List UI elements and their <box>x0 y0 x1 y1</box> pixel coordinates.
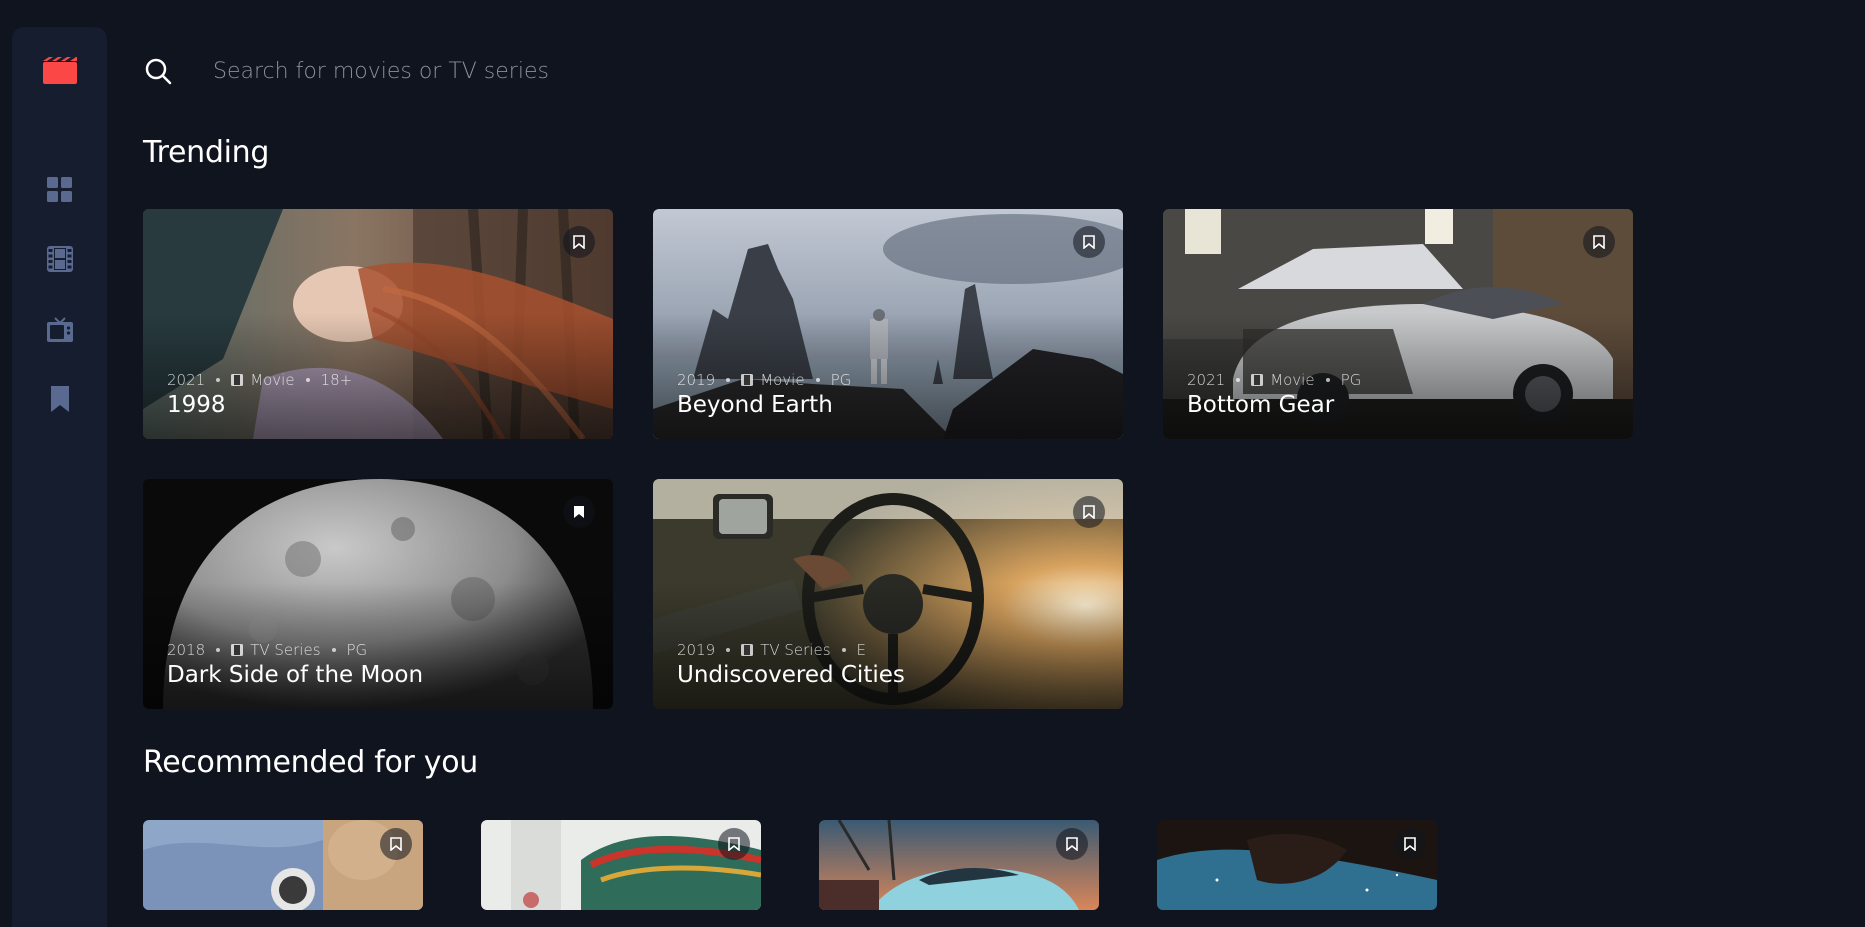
trending-card[interactable]: 2021 Movie PG Bottom Gear <box>1163 209 1633 439</box>
card-rating: E <box>856 641 866 659</box>
card-meta: 2019 Movie PG <box>677 371 851 389</box>
card-category: Movie <box>250 371 295 389</box>
separator-dot <box>1236 378 1241 382</box>
sidebar <box>12 27 107 927</box>
separator-dot <box>216 648 221 652</box>
bookmark-button[interactable] <box>1583 226 1615 258</box>
trending-card[interactable]: 2018 TV Series PG Dark Side of the Moon <box>143 479 613 709</box>
bookmark-button[interactable] <box>1394 828 1426 860</box>
separator-dot <box>216 378 221 382</box>
bookmark-button[interactable] <box>718 828 750 860</box>
card-category: Movie <box>760 371 805 389</box>
bookmark-button[interactable] <box>563 496 595 528</box>
movie-category-icon <box>231 374 244 386</box>
bookmark-filled-icon <box>574 506 584 518</box>
movie-category-icon <box>741 374 754 386</box>
card-thumbnail-night-sky <box>1157 820 1437 910</box>
card-title: 1998 <box>167 392 226 418</box>
trending-card[interactable]: 2019 Movie PG Beyond Earth <box>653 209 1123 439</box>
nav-bookmarks-icon[interactable] <box>47 386 73 412</box>
trending-card[interactable]: 2019 TV Series E Undiscovered Cities <box>653 479 1123 709</box>
card-year: 2018 <box>167 641 206 659</box>
tv-category-icon <box>741 644 754 656</box>
bookmark-empty-icon <box>1404 837 1416 851</box>
logo-icon[interactable] <box>43 57 77 84</box>
card-rating: 18+ <box>320 371 353 389</box>
bookmark-button[interactable] <box>1073 226 1105 258</box>
separator-dot <box>1325 378 1330 382</box>
bookmark-button[interactable] <box>380 828 412 860</box>
card-thumbnail-blood-pressure <box>143 820 423 910</box>
bookmark-empty-icon <box>1083 505 1095 519</box>
card-meta: 2021 Movie PG <box>1187 371 1361 389</box>
separator-dot <box>331 648 336 652</box>
bookmark-empty-icon <box>728 837 740 851</box>
card-category: Movie <box>1270 371 1315 389</box>
bookmark-empty-icon <box>1593 235 1605 249</box>
trending-card[interactable]: 2021 Movie 18+ 1998 <box>143 209 613 439</box>
recommended-card[interactable] <box>819 820 1099 910</box>
movie-category-icon <box>1251 374 1264 386</box>
nav-tv-series-icon[interactable] <box>47 316 73 342</box>
separator-dot <box>726 648 731 652</box>
card-category: TV Series <box>250 641 321 659</box>
card-category: TV Series <box>760 641 831 659</box>
separator-dot <box>726 378 731 382</box>
bookmark-empty-icon <box>1066 837 1078 851</box>
separator-dot <box>841 648 846 652</box>
trending-heading: Trending <box>143 135 270 170</box>
card-year: 2021 <box>1187 371 1226 389</box>
bookmark-empty-icon <box>573 235 585 249</box>
recommended-card[interactable] <box>143 820 423 910</box>
bookmark-button[interactable] <box>1056 828 1088 860</box>
bookmark-button[interactable] <box>1073 496 1105 528</box>
card-year: 2019 <box>677 641 716 659</box>
recommended-card[interactable] <box>481 820 761 910</box>
card-rating: PG <box>830 371 852 389</box>
nav-home-grid-icon[interactable] <box>47 177 73 203</box>
bookmark-button[interactable] <box>563 226 595 258</box>
bookmark-empty-icon <box>390 837 402 851</box>
recommended-heading: Recommended for you <box>143 745 479 780</box>
card-meta: 2019 TV Series E <box>677 641 866 659</box>
card-thumbnail-temple-roof <box>481 820 761 910</box>
card-title: Beyond Earth <box>677 392 833 418</box>
card-title: Bottom Gear <box>1187 392 1335 418</box>
card-rating: PG <box>1340 371 1362 389</box>
bookmark-empty-icon <box>1083 235 1095 249</box>
card-rating: PG <box>346 641 368 659</box>
card-thumbnail-car-sunset <box>819 820 1099 910</box>
card-year: 2019 <box>677 371 716 389</box>
nav-movies-film-icon[interactable] <box>47 246 73 272</box>
card-title: Dark Side of the Moon <box>167 662 424 688</box>
card-title: Undiscovered Cities <box>677 662 905 688</box>
card-meta: 2018 TV Series PG <box>167 641 367 659</box>
search-bar <box>143 52 1143 90</box>
card-meta: 2021 Movie 18+ <box>167 371 352 389</box>
separator-dot <box>815 378 820 382</box>
tv-category-icon <box>231 644 244 656</box>
search-input[interactable] <box>213 58 913 84</box>
card-year: 2021 <box>167 371 206 389</box>
recommended-card[interactable] <box>1157 820 1437 910</box>
search-icon <box>145 58 172 85</box>
separator-dot <box>305 378 310 382</box>
